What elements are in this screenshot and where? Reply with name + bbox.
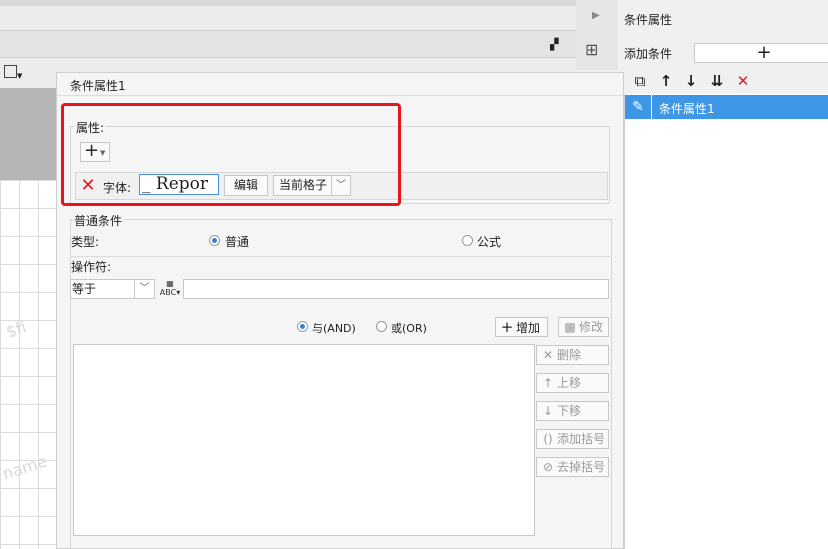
edit-pencil-icon: ✎ <box>632 99 644 115</box>
border-icon <box>4 65 17 78</box>
type-normal-label[interactable]: 普通 <box>225 233 249 250</box>
operator-divider <box>70 256 610 257</box>
logic-or-label[interactable]: 或(OR) <box>391 320 427 336</box>
delete-button[interactable]: ✕ 删除 <box>536 345 609 365</box>
modify-button[interactable]: ▩ 修改 <box>558 317 609 337</box>
top-strip <box>0 0 576 6</box>
arrow-down-icon[interactable]: ↓ <box>682 72 700 90</box>
move-down-button[interactable]: ↓ 下移 <box>536 401 609 421</box>
toolbar-strip: ▞ <box>0 30 576 58</box>
type-normal-radio[interactable] <box>209 235 220 246</box>
condition-list-item[interactable] <box>625 95 828 119</box>
logic-and-radio[interactable] <box>297 321 308 332</box>
copy-icon[interactable]: ⧉ <box>631 72 649 90</box>
plus-icon: + <box>500 318 514 336</box>
move-down-button-label: 下移 <box>557 404 582 418</box>
modify-button-label: 修改 <box>579 320 604 334</box>
close-icon: ✕ <box>542 348 554 362</box>
add-button[interactable]: + 增加 <box>495 317 548 337</box>
operator-value-input[interactable] <box>183 279 609 299</box>
highlight-box <box>61 103 401 206</box>
delete-button-label: 删除 <box>557 348 582 362</box>
operator-label: 操作符: <box>71 260 112 274</box>
remove-bracket-icon: ⊘ <box>542 460 554 474</box>
add-bracket-button[interactable]: () 添加括号 <box>536 429 609 449</box>
arrow-up-icon: ↑ <box>542 376 554 390</box>
border-tool[interactable]: ▼ <box>4 62 52 84</box>
remove-bracket-button[interactable]: ⊘ 去掉括号 <box>536 457 609 477</box>
logic-and-label[interactable]: 与(AND) <box>312 320 356 336</box>
panel-gutter: ▶ ⊞ <box>576 0 618 70</box>
type-formula-radio[interactable] <box>462 235 473 246</box>
add-condition-button[interactable]: + <box>694 43 828 63</box>
ruler <box>0 88 56 180</box>
panel-toolbar <box>624 70 828 94</box>
move-up-button[interactable]: ↑ 上移 <box>536 373 609 393</box>
add-button-label: 增加 <box>516 321 541 335</box>
cell-attribute-icon[interactable]: ⊞ <box>585 40 598 59</box>
dialog-title: 条件属性1 <box>70 79 126 93</box>
remove-bracket-button-label: 去掉括号 <box>557 460 606 474</box>
bracket-icon: () <box>543 432 553 446</box>
condition-list <box>624 94 828 549</box>
collapse-arrow-icon[interactable]: ▶ <box>592 10 600 21</box>
condition-list-box[interactable] <box>73 344 535 536</box>
condition-list-item-label: 条件属性1 <box>659 102 715 116</box>
modify-icon: ▩ <box>564 320 576 334</box>
value-type-icon[interactable]: ▦ ABC▾ <box>159 279 181 299</box>
chevron-down-icon[interactable]: ﹀ <box>134 280 154 298</box>
close-icon[interactable]: ✕ <box>734 72 752 90</box>
normal-condition-label: 普通条件 <box>72 212 125 229</box>
format-painter-icon[interactable]: ▞ <box>550 38 558 51</box>
type-label: 类型: <box>71 235 100 249</box>
chevron-down-icon: ▼ <box>17 72 23 80</box>
type-formula-label[interactable]: 公式 <box>477 233 501 250</box>
arrow-up-icon[interactable]: ↑ <box>657 72 675 90</box>
arrow-down-icon: ↓ <box>542 404 554 418</box>
panel-title: 条件属性 <box>624 13 673 27</box>
move-up-button-label: 上移 <box>557 376 582 390</box>
logic-or-radio[interactable] <box>376 321 387 332</box>
item-separator <box>651 95 652 119</box>
cell-grid[interactable] <box>0 180 56 549</box>
move-bottom-icon[interactable]: ⇊ <box>708 72 726 90</box>
add-condition-label: 添加条件 <box>624 47 673 61</box>
add-bracket-button-label: 添加括号 <box>557 432 606 446</box>
title-divider <box>57 95 623 96</box>
